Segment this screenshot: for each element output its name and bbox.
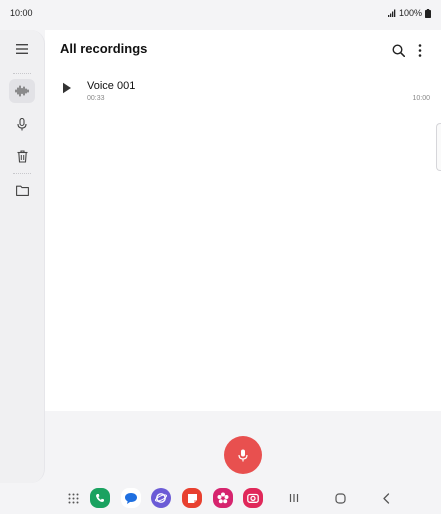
record-button[interactable]: [224, 436, 262, 474]
messages-app-icon: [121, 488, 141, 508]
apps-grid-icon: [68, 493, 78, 503]
search-icon: [391, 43, 405, 57]
status-time: 10:00: [10, 8, 33, 18]
camera-app[interactable]: [242, 487, 264, 509]
search-button[interactable]: [388, 40, 408, 60]
trash-icon: [17, 149, 27, 163]
status-indicators: 100%: [387, 8, 431, 18]
edge-panel-handle[interactable]: [436, 123, 441, 171]
home-button[interactable]: [329, 487, 351, 509]
recording-time: 10:00: [412, 95, 430, 102]
page-title: All recordings: [60, 41, 148, 56]
gallery-app[interactable]: [212, 487, 234, 509]
phone-app-icon: [90, 488, 110, 508]
internet-app-icon: [151, 488, 171, 508]
sidebar-item-trash[interactable]: [9, 144, 35, 168]
back-button[interactable]: [375, 487, 397, 509]
camera-app-icon: [243, 488, 263, 508]
notes-app-icon: [182, 488, 202, 508]
apps-button[interactable]: [62, 487, 84, 509]
back-icon: [383, 492, 390, 504]
gallery-app-icon: [213, 488, 233, 508]
recording-name: Voice 001: [87, 80, 136, 92]
navigation-bar: [0, 483, 441, 514]
signal-icon: [387, 9, 396, 17]
internet-app[interactable]: [150, 487, 172, 509]
phone-app[interactable]: [89, 487, 111, 509]
home-icon: [334, 492, 346, 504]
menu-icon: [16, 44, 28, 54]
sidebar-item-folders[interactable]: [9, 178, 35, 202]
sidebar-divider: [13, 73, 31, 74]
play-icon[interactable]: [62, 82, 72, 94]
sidebar-divider: [13, 173, 31, 174]
recording-list-item[interactable]: Voice 001 00:33 10:00: [55, 74, 430, 108]
more-options-button[interactable]: [410, 40, 430, 60]
sidebar: [0, 30, 45, 483]
more-options-icon: [418, 43, 422, 57]
status-bar: 10:00 100%: [0, 0, 441, 26]
waveform-icon: [15, 85, 29, 97]
recents-button[interactable]: [283, 487, 305, 509]
microphone-icon: [17, 117, 27, 130]
folder-icon: [15, 185, 29, 196]
messages-app[interactable]: [120, 487, 142, 509]
recents-icon: [289, 494, 299, 502]
notes-app[interactable]: [181, 487, 203, 509]
recordings-panel: All recordings Voice 001 00:33 10:00: [45, 30, 441, 411]
battery-percent: 100%: [398, 8, 422, 18]
sidebar-item-recorder[interactable]: [9, 112, 35, 136]
menu-button[interactable]: [9, 37, 35, 61]
record-area: [45, 411, 441, 483]
sidebar-item-all-recordings[interactable]: [9, 79, 35, 103]
microphone-icon: [238, 449, 248, 461]
recording-duration: 00:33: [87, 95, 105, 102]
battery-icon: [425, 8, 431, 18]
